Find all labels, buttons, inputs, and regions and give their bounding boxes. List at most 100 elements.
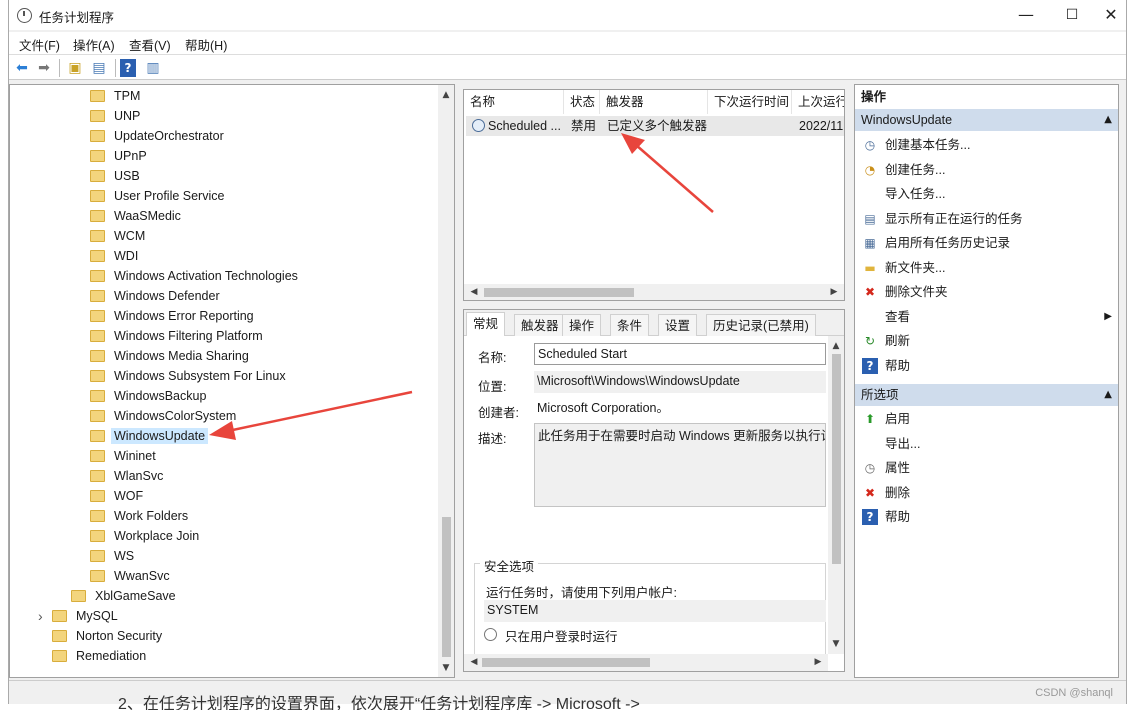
scroll-down-icon[interactable]: ▼ — [438, 660, 454, 676]
action-item[interactable]: ◷ 属性 — [855, 456, 1118, 480]
tree-item[interactable]: Windows Error Reporting — [90, 306, 257, 326]
up-folder-icon[interactable]: ▣ — [65, 58, 85, 78]
action-item[interactable]: ⬆ 启用 — [855, 407, 1118, 431]
action-item[interactable]: ✖ 删除 — [855, 481, 1118, 505]
tree-item[interactable]: WindowsUpdate — [90, 426, 209, 446]
tree-item[interactable]: Remediation — [52, 646, 149, 666]
maximize-button[interactable]: ☐ — [1049, 0, 1095, 30]
scroll-up-icon[interactable]: ▲ — [828, 338, 844, 354]
column-trigger[interactable]: 触发器 — [600, 90, 708, 114]
scroll-right-icon[interactable]: ▶ — [810, 654, 826, 670]
tab-actions[interactable]: 操作 — [562, 314, 602, 336]
action-item[interactable]: ▤ 显示所有正在运行的任务 — [855, 207, 1118, 231]
tree-item[interactable]: Workplace Join — [90, 526, 202, 546]
action-item[interactable]: ? 帮助 — [855, 354, 1118, 378]
task-name-cell[interactable]: Scheduled ... — [488, 116, 562, 136]
tree-item[interactable]: WOF — [90, 486, 146, 506]
radio-button[interactable] — [484, 628, 497, 641]
scroll-left-icon[interactable]: ◀ — [466, 654, 482, 670]
scroll-thumb[interactable] — [832, 354, 841, 564]
tree-item[interactable]: › MySQL — [38, 606, 121, 626]
action-label: 删除 — [885, 485, 911, 500]
scroll-thumb[interactable] — [484, 288, 634, 297]
forward-arrow-icon[interactable]: ➡ — [34, 58, 54, 78]
tree-item[interactable]: WindowsColorSystem — [90, 406, 239, 426]
collapse-icon[interactable]: ▲ — [1104, 384, 1112, 406]
close-button[interactable]: ✕ — [1095, 0, 1127, 30]
tree-item[interactable]: XblGameSave — [71, 586, 179, 606]
tree-item[interactable]: UPnP — [90, 146, 150, 166]
scroll-down-icon[interactable]: ▼ — [828, 636, 844, 652]
back-arrow-icon[interactable]: ⬅ — [12, 58, 32, 78]
expand-chevron-icon[interactable]: › — [38, 606, 43, 626]
section-selected-item[interactable]: 所选项 ▲ — [855, 384, 1118, 406]
menu-help[interactable]: 帮助(H) — [185, 35, 227, 54]
section-windowsupdate[interactable]: WindowsUpdate ▲ — [855, 109, 1118, 131]
action-pane-icon[interactable]: ▥ — [143, 58, 163, 78]
tab-conditions[interactable]: 条件 — [610, 314, 650, 336]
action-item[interactable]: 导入任务... — [855, 182, 1118, 206]
task-list-hscrollbar[interactable]: ◀ ▶ — [464, 284, 844, 300]
tree-item[interactable]: WDI — [90, 246, 141, 266]
tree-item-label: Remediation — [76, 649, 147, 663]
tab-triggers[interactable]: 触发器 — [514, 314, 566, 336]
description-field[interactable]: 此任务用于在需要时启动 Windows 更新服务以执行计 — [534, 423, 826, 507]
tree-item[interactable]: WlanSvc — [90, 466, 166, 486]
tree-item[interactable]: User Profile Service — [90, 186, 227, 206]
menu-action[interactable]: 操作(A) — [73, 35, 115, 54]
details-hscrollbar[interactable]: ◀ ▶ — [464, 654, 828, 671]
action-item[interactable]: ◔ 创建任务... — [855, 158, 1118, 182]
action-item[interactable]: ▬ 新文件夹... — [855, 256, 1118, 280]
details-vscrollbar[interactable]: ▲ ▼ — [828, 336, 844, 654]
column-name[interactable]: 名称 — [464, 90, 564, 114]
scroll-thumb[interactable] — [442, 517, 451, 657]
minimize-button[interactable]: — — [1003, 0, 1049, 30]
scroll-up-icon[interactable]: ▲ — [438, 87, 454, 103]
scroll-left-icon[interactable]: ◀ — [466, 284, 482, 300]
tree-item[interactable]: Windows Subsystem For Linux — [90, 366, 289, 386]
tree-item[interactable]: Windows Media Sharing — [90, 346, 252, 366]
column-last-run[interactable]: 上次运行 — [792, 90, 844, 114]
action-item[interactable]: ✖ 删除文件夹 — [855, 280, 1118, 304]
tree-item[interactable]: WCM — [90, 226, 148, 246]
action-item[interactable]: ◷ 创建基本任务... — [855, 133, 1118, 157]
tree-item[interactable]: UpdateOrchestrator — [90, 126, 227, 146]
tree-item[interactable]: Windows Activation Technologies — [90, 266, 301, 286]
name-field[interactable]: Scheduled Start — [534, 343, 826, 365]
help-icon[interactable]: ? — [120, 59, 136, 77]
tree-item[interactable]: Windows Defender — [90, 286, 223, 306]
menu-file[interactable]: 文件(F) — [19, 35, 60, 54]
action-item[interactable]: ▦ 启用所有任务历史记录 — [855, 231, 1118, 255]
tab-general[interactable]: 常规 — [466, 312, 506, 336]
scroll-right-icon[interactable]: ▶ — [826, 284, 842, 300]
tab-history[interactable]: 历史记录(已禁用) — [706, 314, 816, 336]
action-item[interactable]: 导出... — [855, 432, 1118, 456]
action-item[interactable]: 查看 ▶ — [855, 305, 1118, 329]
tree-item[interactable]: Work Folders — [90, 506, 191, 526]
tree-item[interactable]: Windows Filtering Platform — [90, 326, 266, 346]
tree-item[interactable]: WaaSMedic — [90, 206, 184, 226]
tree-item[interactable]: USB — [90, 166, 143, 186]
tab-settings[interactable]: 设置 — [658, 314, 698, 336]
scroll-thumb[interactable] — [482, 658, 650, 667]
tree-item[interactable]: WwanSvc — [90, 566, 173, 586]
tree-scrollbar[interactable]: ▲ ▼ — [438, 85, 454, 677]
tree-item-label: WS — [114, 549, 135, 563]
tree-item-label: WindowsUpdate — [111, 428, 209, 444]
tree-item[interactable]: UNP — [90, 106, 143, 126]
collapse-icon[interactable]: ▲ — [1104, 109, 1112, 131]
location-label: 位置: — [478, 380, 507, 394]
column-next-run[interactable]: 下次运行时间 — [708, 90, 792, 114]
tree-item[interactable]: TPM — [90, 86, 143, 106]
console-tree-icon[interactable]: ▤ — [89, 58, 109, 78]
menu-view[interactable]: 查看(V) — [129, 35, 171, 54]
tree-item[interactable]: WS — [90, 546, 137, 566]
tree-item[interactable]: Wininet — [90, 446, 159, 466]
tree-item[interactable]: Norton Security — [52, 626, 165, 646]
action-item[interactable]: ? 帮助 — [855, 505, 1118, 529]
tree-item[interactable]: WindowsBackup — [90, 386, 209, 406]
action-item[interactable]: ↻ 刷新 — [855, 329, 1118, 353]
column-status[interactable]: 状态 — [564, 90, 600, 114]
author-value: Microsoft Corporation。 — [537, 401, 669, 415]
help-icon: ? — [862, 357, 878, 374]
